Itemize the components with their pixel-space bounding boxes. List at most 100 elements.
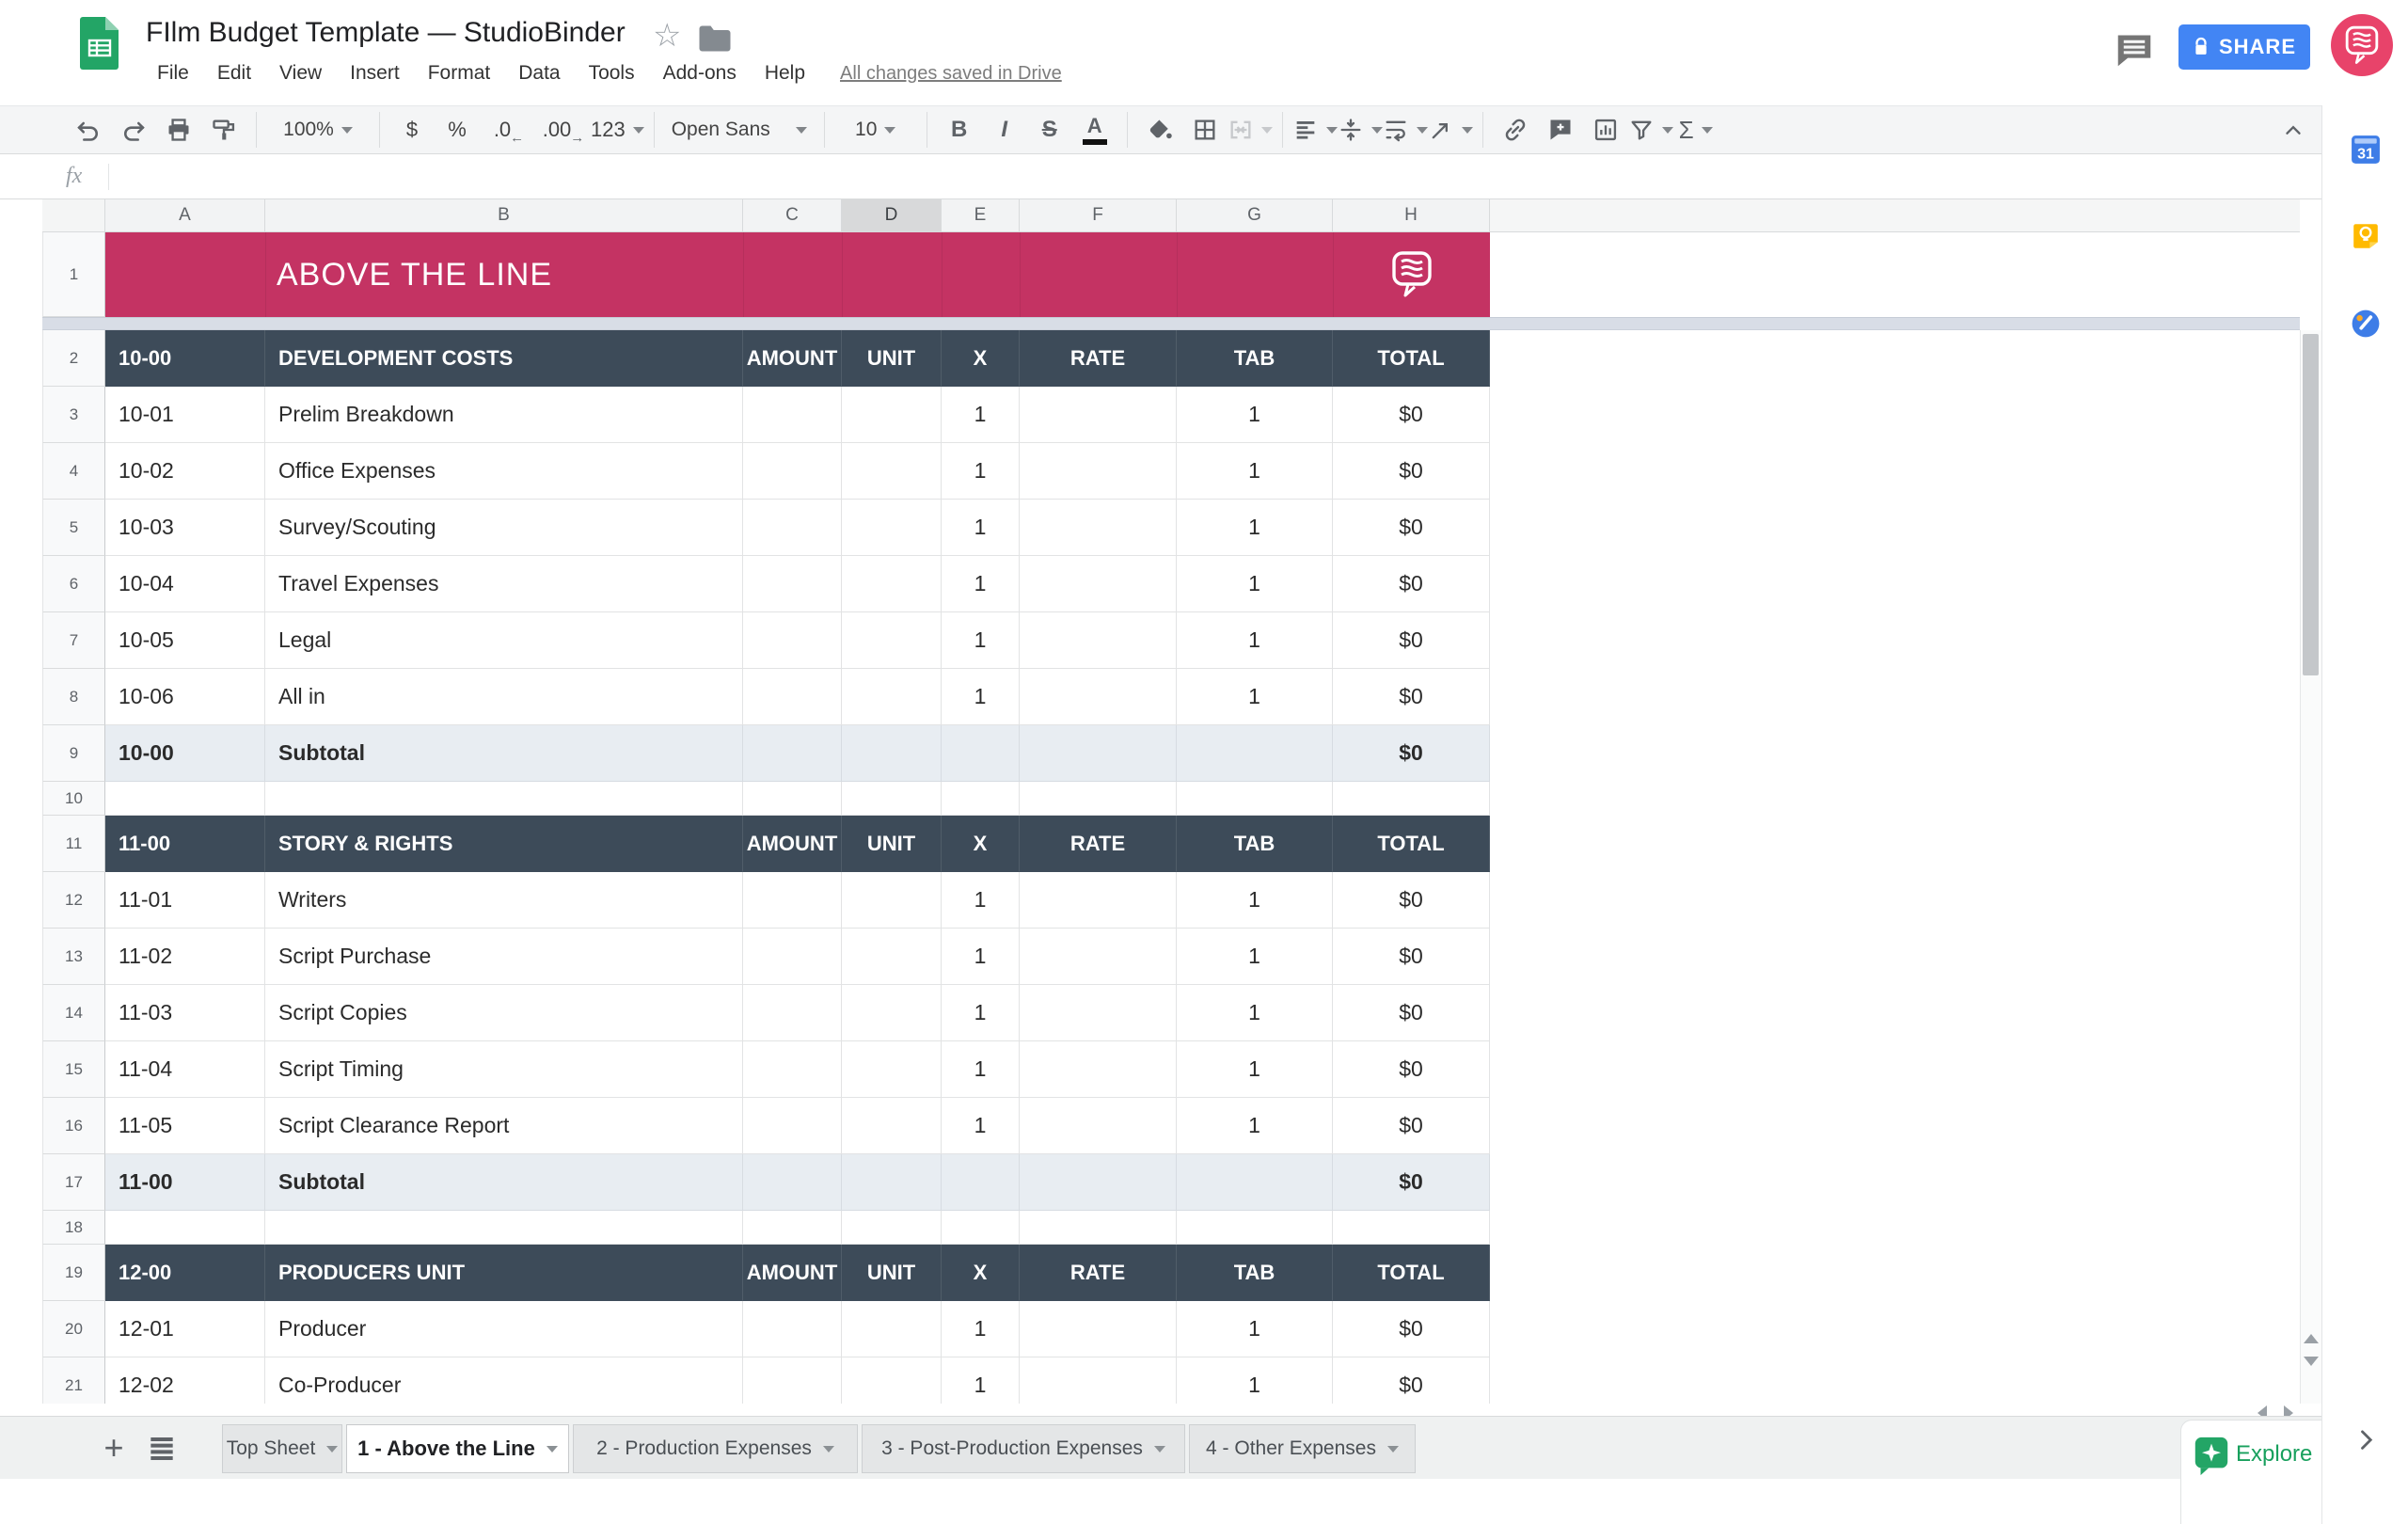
fill-color-button[interactable] [1137, 110, 1182, 150]
column-header-G[interactable]: G [1177, 199, 1333, 232]
cell-B6[interactable]: Travel Expenses [265, 556, 743, 612]
cell-G16[interactable]: 1 [1177, 1098, 1333, 1154]
cell-D7[interactable] [842, 612, 942, 669]
cell-F2[interactable]: RATE [1020, 330, 1177, 387]
cell-C4[interactable] [743, 443, 842, 500]
cell-B5[interactable]: Survey/Scouting [265, 500, 743, 556]
text-rotation-button[interactable] [1428, 110, 1473, 150]
row-header-1[interactable]: 1 [42, 232, 105, 317]
cell-B21[interactable]: Co-Producer [265, 1357, 743, 1404]
row-header-3[interactable]: 3 [42, 387, 105, 443]
cell-H19[interactable]: TOTAL [1333, 1245, 1490, 1301]
comment-history-icon[interactable] [2115, 32, 2154, 68]
cell-E12[interactable]: 1 [942, 872, 1020, 929]
cell-G5[interactable]: 1 [1177, 500, 1333, 556]
column-header-B[interactable]: B [265, 199, 743, 232]
row-header-11[interactable]: 11 [42, 816, 105, 872]
cell-D14[interactable] [842, 985, 942, 1041]
paint-format-button[interactable] [201, 110, 246, 150]
cell-G3[interactable]: 1 [1177, 387, 1333, 443]
column-header-D[interactable]: D [842, 199, 942, 232]
decrease-decimal-button[interactable]: .0← [480, 110, 525, 150]
cell-C10[interactable] [743, 782, 842, 816]
cell-A4[interactable]: 10-02 [105, 443, 265, 500]
cell-D6[interactable] [842, 556, 942, 612]
cell-B20[interactable]: Producer [265, 1301, 743, 1357]
cell-E6[interactable]: 1 [942, 556, 1020, 612]
cell-G12[interactable]: 1 [1177, 872, 1333, 929]
add-sheet-button[interactable]: + [92, 1426, 135, 1469]
menu-view[interactable]: View [265, 56, 336, 90]
cell-E8[interactable]: 1 [942, 669, 1020, 725]
share-button[interactable]: SHARE [2178, 24, 2310, 70]
redo-button[interactable] [111, 110, 156, 150]
cell-F14[interactable] [1020, 985, 1177, 1041]
cell-A20[interactable]: 12-01 [105, 1301, 265, 1357]
cell-F6[interactable] [1020, 556, 1177, 612]
sheet-tab-2[interactable]: 1 - Above the Line [346, 1424, 569, 1473]
column-header-H[interactable]: H [1333, 199, 1490, 232]
keep-icon[interactable] [2351, 221, 2381, 251]
cell-C13[interactable] [743, 929, 842, 985]
font-size-select[interactable]: 10 [834, 110, 917, 150]
formula-input[interactable] [109, 154, 2321, 198]
cell-A15[interactable]: 11-04 [105, 1041, 265, 1098]
cell-B4[interactable]: Office Expenses [265, 443, 743, 500]
cell-G10[interactable] [1177, 782, 1333, 816]
cell-H8[interactable]: $0 [1333, 669, 1490, 725]
column-header-C[interactable]: C [743, 199, 842, 232]
cell-A5[interactable]: 10-03 [105, 500, 265, 556]
cell-F17[interactable] [1020, 1154, 1177, 1211]
cell-C11[interactable]: AMOUNT [743, 816, 842, 872]
cell-G15[interactable]: 1 [1177, 1041, 1333, 1098]
more-formats-button[interactable]: 123 [591, 110, 644, 150]
cell-C19[interactable]: AMOUNT [743, 1245, 842, 1301]
cell-H5[interactable]: $0 [1333, 500, 1490, 556]
cell-C21[interactable] [743, 1357, 842, 1404]
cell-A3[interactable]: 10-01 [105, 387, 265, 443]
cell-C8[interactable] [743, 669, 842, 725]
menu-add-ons[interactable]: Add-ons [649, 56, 751, 90]
chevron-down-icon[interactable] [547, 1446, 558, 1453]
cell-D16[interactable] [842, 1098, 942, 1154]
cell-F11[interactable]: RATE [1020, 816, 1177, 872]
cell-H18[interactable] [1333, 1211, 1490, 1245]
cell-B11[interactable]: STORY & RIGHTS [265, 816, 743, 872]
cell-G8[interactable]: 1 [1177, 669, 1333, 725]
cell-H15[interactable]: $0 [1333, 1041, 1490, 1098]
cell-H13[interactable]: $0 [1333, 929, 1490, 985]
cell-C2[interactable]: AMOUNT [743, 330, 842, 387]
chevron-down-icon[interactable] [1387, 1446, 1399, 1453]
row-header-21[interactable]: 21 [42, 1357, 105, 1404]
cell-F3[interactable] [1020, 387, 1177, 443]
vertical-align-button[interactable] [1338, 110, 1383, 150]
cell-E7[interactable]: 1 [942, 612, 1020, 669]
cell-E4[interactable]: 1 [942, 443, 1020, 500]
cell-F19[interactable]: RATE [1020, 1245, 1177, 1301]
cell-G13[interactable]: 1 [1177, 929, 1333, 985]
cell-F21[interactable] [1020, 1357, 1177, 1404]
cell-A11[interactable]: 11-00 [105, 816, 265, 872]
cell-G21[interactable]: 1 [1177, 1357, 1333, 1404]
banner-cell-above-the-line[interactable]: ABOVE THE LINE [105, 232, 1490, 317]
cell-A19[interactable]: 12-00 [105, 1245, 265, 1301]
cell-B18[interactable] [265, 1211, 743, 1245]
horizontal-align-button[interactable] [1292, 110, 1338, 150]
cell-F18[interactable] [1020, 1211, 1177, 1245]
insert-link-button[interactable] [1493, 110, 1538, 150]
cell-E11[interactable]: X [942, 816, 1020, 872]
document-title[interactable]: FIlm Budget Template — StudioBinder [146, 17, 626, 49]
borders-button[interactable] [1182, 110, 1228, 150]
menu-data[interactable]: Data [504, 56, 574, 90]
scroll-down-arrow[interactable] [2304, 1357, 2319, 1366]
column-header-A[interactable]: A [105, 199, 265, 232]
show-side-panel-chevron-icon[interactable] [2353, 1426, 2379, 1453]
cell-E16[interactable]: 1 [942, 1098, 1020, 1154]
cell-H21[interactable]: $0 [1333, 1357, 1490, 1404]
cell-H17[interactable]: $0 [1333, 1154, 1490, 1211]
cell-D20[interactable] [842, 1301, 942, 1357]
cell-B9[interactable]: Subtotal [265, 725, 743, 782]
cell-A17[interactable]: 11-00 [105, 1154, 265, 1211]
cell-D5[interactable] [842, 500, 942, 556]
cell-D12[interactable] [842, 872, 942, 929]
